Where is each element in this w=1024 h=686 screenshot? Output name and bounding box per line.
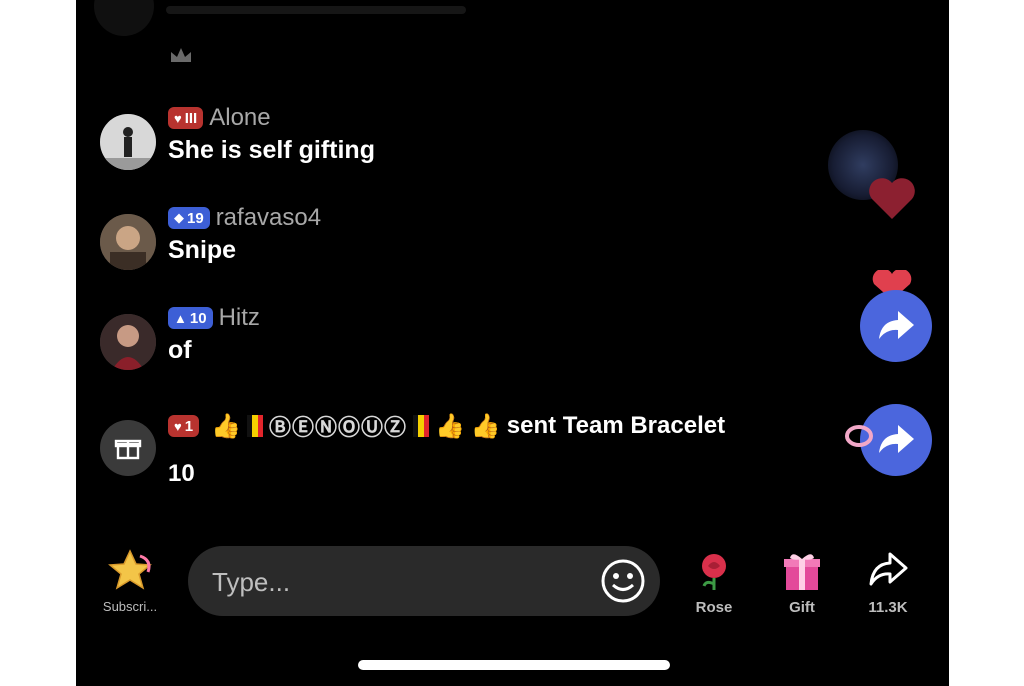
username[interactable]: rafavaso4 xyxy=(216,204,321,232)
share-arrow-icon xyxy=(879,425,914,453)
username[interactable]: Hitz xyxy=(219,304,260,332)
share-count-button[interactable]: 11.3K xyxy=(858,548,918,616)
share-button[interactable] xyxy=(860,290,932,362)
subscribe-button[interactable]: Subscri... xyxy=(90,548,170,614)
sender-name[interactable]: ⒷⒺⓃⓄⓊⓏ xyxy=(269,410,407,442)
gift-count: 10 xyxy=(168,460,195,487)
smile-icon[interactable] xyxy=(600,558,646,604)
bracelet-icon xyxy=(845,425,873,447)
message-text: Snipe xyxy=(168,236,237,264)
thumbs-up-icon: 👍 xyxy=(211,412,241,440)
rose-gift-button[interactable]: Rose xyxy=(684,548,744,616)
heart-icon: ♥ xyxy=(174,418,182,434)
username[interactable]: Alone xyxy=(209,104,270,132)
gift-icon xyxy=(100,420,156,476)
belgium-flag-icon xyxy=(412,415,429,437)
triangle-icon: ▲ xyxy=(174,310,187,326)
avatar[interactable] xyxy=(100,114,156,170)
gift-action-text: sent Team Bracelet xyxy=(506,412,726,439)
gift-button[interactable]: Gift xyxy=(772,548,832,616)
rose-icon xyxy=(702,554,726,590)
gift-event-line: ♥ 1 👍 ⒷⒺⓃⓄⓊⓏ 👍 👍 sent Team Bracelet xyxy=(168,410,725,442)
comment-input[interactable] xyxy=(210,546,594,618)
heart-icon xyxy=(869,178,915,219)
belgium-flag-icon xyxy=(246,415,263,437)
rose-label: Rose xyxy=(695,599,733,616)
gift-label: Gift xyxy=(789,599,815,616)
fan-level-badge: ♥ III xyxy=(168,107,204,129)
previous-message-fragment xyxy=(166,6,466,14)
message-text: of xyxy=(168,336,192,364)
share-arrow-icon xyxy=(879,311,914,339)
share-count: 11.3K xyxy=(868,599,908,616)
message-meta: ♥ III Alone xyxy=(168,104,271,132)
crown-icon xyxy=(171,48,191,62)
message-meta: ◆ 19 rafavaso4 xyxy=(168,204,321,232)
diamond-icon: ◆ xyxy=(174,210,184,225)
level-badge: ◆ 19 xyxy=(168,207,210,229)
fan-level-badge: ♥ 1 xyxy=(168,415,200,437)
level-badge: ▲ 10 xyxy=(168,307,213,329)
share-arrow-icon xyxy=(869,552,908,586)
home-indicator[interactable] xyxy=(358,660,670,670)
message-text: She is self gifting xyxy=(168,136,375,164)
avatar[interactable] xyxy=(100,314,156,370)
avatar[interactable] xyxy=(100,214,156,270)
star-icon xyxy=(108,549,152,590)
subscribe-label: Subscri... xyxy=(102,599,158,614)
thumbs-up-icon: 👍 xyxy=(470,412,501,440)
thumbs-up-icon: 👍 xyxy=(434,412,465,440)
avatar xyxy=(94,0,154,36)
live-stream-screen: ♥ III Alone She is self gifting ◆ 19 raf… xyxy=(76,0,949,686)
comment-box[interactable] xyxy=(188,546,660,618)
heart-icon: ♥ xyxy=(174,110,182,126)
gift-box-icon xyxy=(784,554,820,590)
message-meta: ▲ 10 Hitz xyxy=(168,304,260,332)
